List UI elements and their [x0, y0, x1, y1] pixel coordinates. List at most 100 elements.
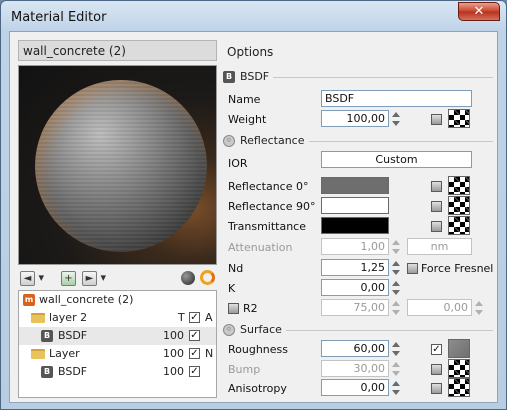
add-node-button[interactable]: +	[61, 269, 76, 286]
tree-row-layer[interactable]: Layer 100 ✓ N	[19, 345, 216, 363]
tree-row-bsdf[interactable]: B BSDF 100 ✓	[19, 327, 216, 345]
transmittance-swatch[interactable]	[321, 217, 389, 234]
bsdf-icon: B	[41, 330, 53, 342]
section-bsdf: B BSDF	[223, 69, 493, 85]
tree-flag-n: N	[205, 347, 214, 360]
reflectance-90-texture-icon[interactable]	[448, 196, 470, 215]
tree-row-layer-2[interactable]: layer 2 T ✓ A	[19, 309, 216, 327]
roughness-label: Roughness	[228, 343, 289, 356]
roughness-spinner[interactable]	[392, 341, 400, 357]
r2-spinner[interactable]	[392, 300, 400, 316]
anisotropy-spinner[interactable]	[392, 380, 400, 396]
section-label: Surface	[240, 323, 286, 336]
options-title: Options	[227, 45, 274, 59]
tree-row-label: layer 2	[49, 311, 88, 324]
r2-second-spinner[interactable]	[475, 300, 483, 316]
layer-enable-checkbox[interactable]: ✓	[189, 312, 200, 323]
tree-flag-t: T	[178, 311, 185, 324]
r2-second-field[interactable]: 0,00	[407, 299, 472, 316]
force-fresnel-checkbox[interactable]	[407, 263, 418, 274]
anisotropy-field[interactable]: 0,00	[321, 379, 389, 396]
folder-icon	[31, 349, 45, 359]
transmittance-texture-icon[interactable]	[448, 216, 470, 235]
nd-spinner[interactable]	[392, 260, 400, 276]
attenuation-field[interactable]: 1,00	[321, 238, 389, 255]
k-spinner[interactable]	[392, 280, 400, 296]
preview-shape-icon[interactable]	[181, 271, 195, 285]
reflectance-0-texture-icon[interactable]	[448, 176, 470, 195]
dropdown-arrow-icon: ▾	[100, 271, 107, 284]
forward-button[interactable]: ► ▾	[82, 269, 106, 286]
weight-spinner[interactable]	[392, 111, 400, 127]
roughness-field[interactable]: 60,00	[321, 340, 389, 357]
name-label: Name	[228, 93, 261, 106]
reflectance-90-swatch[interactable]	[321, 197, 389, 214]
dropdown-arrow-icon: ▾	[38, 271, 45, 284]
back-button[interactable]: ◄ ▾	[20, 269, 44, 286]
weight-label: Weight	[228, 113, 267, 126]
reflectance-0-swatch[interactable]	[321, 177, 389, 194]
force-fresnel-label: Force Fresnel	[421, 262, 494, 275]
forward-arrow-icon: ►	[82, 270, 97, 286]
r2-checkbox[interactable]	[228, 303, 239, 314]
r2-label: R2	[243, 302, 258, 315]
bump-spinner[interactable]	[392, 361, 400, 377]
section-label: Reflectance	[240, 134, 309, 147]
weight-field[interactable]: 100,00	[321, 110, 389, 127]
add-node-icon: +	[61, 270, 76, 286]
close-button[interactable]: ✕	[458, 2, 500, 21]
section-divider	[240, 77, 493, 78]
ior-dropdown[interactable]: Custom	[321, 151, 472, 168]
ior-label: IOR	[228, 157, 248, 170]
roughness-texture-icon[interactable]	[448, 339, 470, 358]
attenuation-spinner[interactable]	[392, 239, 400, 255]
collapse-icon[interactable]: ◦	[223, 135, 235, 147]
name-field[interactable]: BSDF	[321, 90, 472, 107]
tree-row-bsdf-2[interactable]: B BSDF 100 ✓	[19, 363, 216, 381]
weight-texture-checkbox[interactable]	[431, 114, 442, 125]
r2-field[interactable]: 75,00	[321, 299, 389, 316]
roughness-texture-checkbox[interactable]: ✓	[431, 344, 442, 355]
nd-label: Nd	[228, 262, 244, 275]
anisotropy-label: Anisotropy	[228, 382, 287, 395]
refresh-icon[interactable]	[200, 270, 215, 285]
attenuation-unit-field[interactable]: nm	[407, 238, 472, 255]
material-layer-tree: m wall_concrete (2) layer 2 T ✓ A B BSDF…	[18, 290, 217, 398]
bsdf-enable-checkbox[interactable]: ✓	[189, 366, 200, 377]
transmittance-texture-checkbox[interactable]	[431, 221, 442, 232]
section-label: BSDF	[240, 70, 274, 83]
collapse-icon[interactable]: ◦	[223, 324, 235, 336]
nd-field[interactable]: 1,25	[321, 259, 389, 276]
reflectance-0-label: Reflectance 0°	[228, 180, 309, 193]
tree-row-weight: 100	[163, 365, 184, 378]
bsdf-icon: B	[41, 366, 53, 378]
client-area: wall_concrete (2) ◄ ▾ + ► ▾ m wall_concr…	[9, 31, 498, 403]
k-label: K	[228, 282, 236, 295]
weight-texture-icon[interactable]	[448, 109, 470, 128]
tree-row-label: BSDF	[58, 329, 88, 342]
title-bar[interactable]: Material Editor ✕	[1, 1, 506, 31]
preview-sphere	[35, 80, 207, 252]
material-name-header: wall_concrete (2)	[18, 40, 217, 61]
tree-row-material[interactable]: m wall_concrete (2)	[19, 291, 216, 309]
layer-enable-checkbox[interactable]: ✓	[189, 348, 200, 359]
preview-toolbar: ◄ ▾ + ► ▾	[18, 268, 217, 288]
tree-flag-a: A	[205, 311, 213, 324]
k-field[interactable]: 0,00	[321, 279, 389, 296]
anisotropy-texture-checkbox[interactable]	[431, 383, 442, 394]
section-reflectance: ◦ Reflectance	[223, 133, 493, 149]
bump-texture-checkbox[interactable]	[431, 364, 442, 375]
tree-row-label: Layer	[49, 347, 80, 360]
material-preview[interactable]	[18, 65, 217, 265]
bsdf-enable-checkbox[interactable]: ✓	[189, 330, 200, 341]
reflectance-0-texture-checkbox[interactable]	[431, 181, 442, 192]
tree-row-weight: 100	[163, 329, 184, 342]
reflectance-90-label: Reflectance 90°	[228, 200, 316, 213]
section-surface: ◦ Surface	[223, 322, 493, 338]
tree-row-label: wall_concrete (2)	[39, 293, 134, 306]
material-editor-window: Material Editor ✕ wall_concrete (2) ◄ ▾ …	[0, 0, 507, 410]
bump-texture-icon[interactable]	[448, 359, 470, 378]
anisotropy-texture-icon[interactable]	[448, 378, 470, 397]
bump-field[interactable]: 30,00	[321, 360, 389, 377]
reflectance-90-texture-checkbox[interactable]	[431, 201, 442, 212]
